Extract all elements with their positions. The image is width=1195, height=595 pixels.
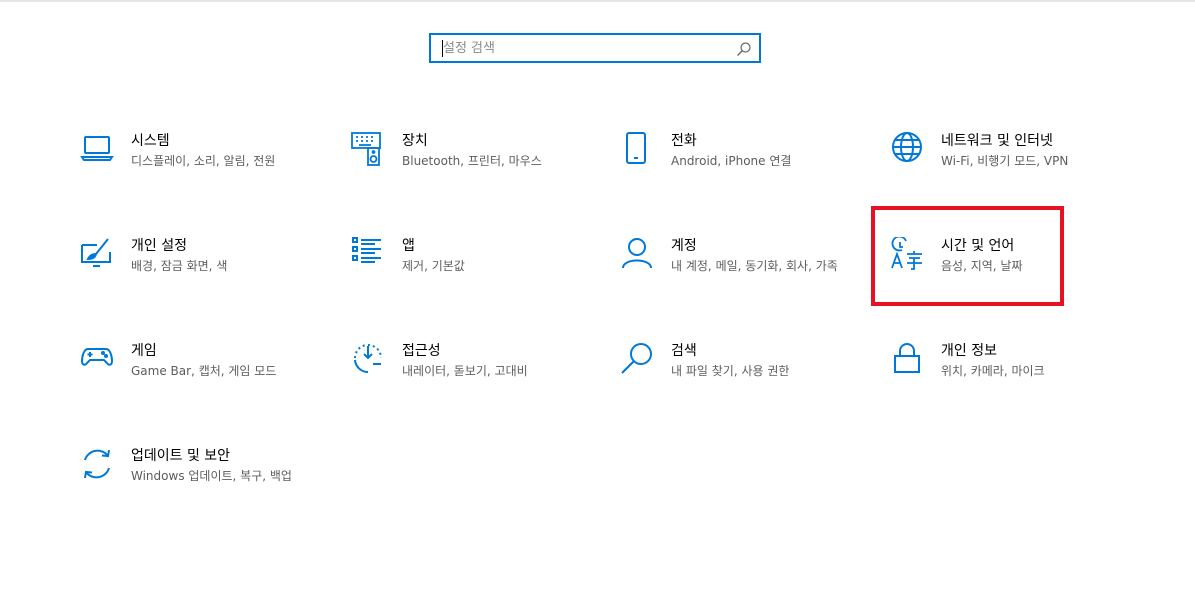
ease-of-access-icon	[351, 342, 385, 376]
tile-update-security[interactable]: 업데이트 및 보안 Windows 업데이트, 복구, 백업	[80, 447, 320, 517]
tile-description: Android, iPhone 연결	[671, 154, 792, 168]
tile-phone[interactable]: 전화 Android, iPhone 연결	[620, 132, 860, 202]
tile-description: 내 파일 찾기, 사용 권한	[671, 364, 790, 378]
tile-title: 개인 설정	[131, 238, 187, 254]
settings-search-input[interactable]	[443, 38, 733, 58]
laptop-icon	[80, 132, 114, 166]
update-icon	[80, 447, 114, 481]
tile-title: 장치	[402, 133, 428, 149]
settings-search-box[interactable]	[429, 33, 761, 63]
tile-apps[interactable]: 앱 제거, 기본값	[351, 237, 591, 307]
tile-description: Wi-Fi, 비행기 모드, VPN	[941, 154, 1069, 168]
tile-title: 네트워크 및 인터넷	[941, 133, 1053, 149]
tile-title: 접근성	[402, 343, 441, 359]
tile-system[interactable]: 시스템 디스플레이, 소리, 알림, 전원	[80, 132, 320, 202]
gamepad-icon	[80, 342, 114, 376]
tile-title: 계정	[671, 238, 697, 254]
tile-title: 업데이트 및 보안	[131, 448, 231, 464]
tile-description: Windows 업데이트, 복구, 백업	[131, 469, 292, 483]
tile-title: 앱	[402, 238, 415, 254]
tile-search[interactable]: 검색 내 파일 찾기, 사용 권한	[620, 342, 860, 412]
tile-title: 개인 정보	[941, 343, 997, 359]
highlight-box	[871, 206, 1064, 306]
tile-privacy[interactable]: 개인 정보 위치, 카메라, 마이크	[890, 342, 1130, 412]
tile-description: 디스플레이, 소리, 알림, 전원	[131, 154, 276, 168]
paint-icon	[80, 237, 114, 271]
tile-description: 위치, 카메라, 마이크	[941, 364, 1045, 378]
apps-list-icon	[351, 237, 385, 271]
tile-accounts[interactable]: 계정 내 계정, 메일, 동기화, 회사, 가족	[620, 237, 860, 307]
tile-devices[interactable]: 장치 Bluetooth, 프린터, 마우스	[351, 132, 591, 202]
lock-icon	[890, 342, 924, 376]
phone-icon	[620, 132, 654, 166]
tile-network[interactable]: 네트워크 및 인터넷 Wi-Fi, 비행기 모드, VPN	[890, 132, 1130, 202]
tile-ease-of-access[interactable]: 접근성 내레이터, 돋보기, 고대비	[351, 342, 591, 412]
top-border	[0, 0, 1195, 2]
tile-gaming[interactable]: 게임 Game Bar, 캡처, 게임 모드	[80, 342, 320, 412]
tile-title: 검색	[671, 343, 697, 359]
person-icon	[620, 237, 654, 271]
tile-description: 내 계정, 메일, 동기화, 회사, 가족	[671, 259, 838, 273]
tile-description: 내레이터, 돋보기, 고대비	[402, 364, 528, 378]
tile-title: 게임	[131, 343, 157, 359]
tile-description: Bluetooth, 프린터, 마우스	[402, 154, 542, 168]
magnifier-icon[interactable]	[736, 41, 752, 57]
devices-icon	[351, 132, 385, 166]
tile-title: 시스템	[131, 133, 170, 149]
globe-icon	[890, 132, 924, 166]
tile-title: 전화	[671, 133, 697, 149]
search-icon	[620, 342, 654, 376]
tile-description: 배경, 잠금 화면, 색	[131, 259, 228, 273]
tile-description: 제거, 기본값	[402, 259, 465, 273]
tile-description: Game Bar, 캡처, 게임 모드	[131, 364, 277, 378]
tile-personalization[interactable]: 개인 설정 배경, 잠금 화면, 색	[80, 237, 320, 307]
